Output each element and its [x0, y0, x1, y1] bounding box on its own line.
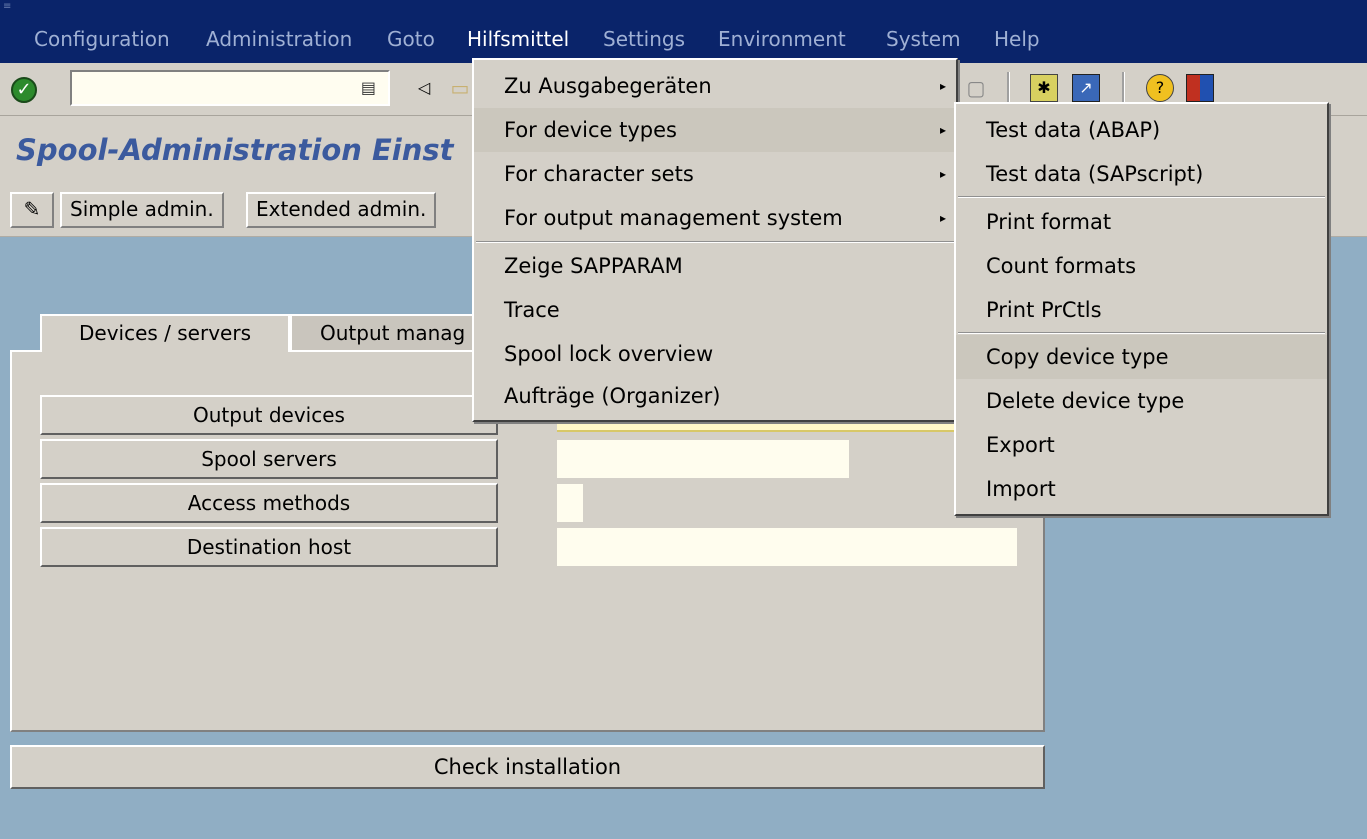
- back-arrow-icon[interactable]: ◁: [410, 74, 438, 102]
- submenu-item-import[interactable]: Import: [956, 467, 1327, 511]
- menu-item-label: Print PrCtls: [986, 298, 1102, 322]
- extended-admin-button[interactable]: Extended admin.: [246, 192, 437, 228]
- system-menu-icon[interactable]: ≡: [3, 2, 11, 12]
- menu-item-zeige-sapparam[interactable]: Zeige SAPPARAM: [474, 244, 956, 288]
- hilfsmittel-dropdown-menu: Zu Ausgabegeräten ▸ For device types ▸ F…: [472, 58, 958, 422]
- submenu-item-print-prctls[interactable]: Print PrCtls: [956, 288, 1327, 332]
- destination-host-count-field: [557, 528, 1017, 566]
- menu-item-auftraege-organizer[interactable]: Aufträge (Organizer): [474, 374, 956, 418]
- menu-item-label: Count formats: [986, 254, 1137, 278]
- submenu-item-count-formats[interactable]: Count formats: [956, 244, 1327, 288]
- menu-item-label: For output management system: [504, 206, 843, 230]
- pencil-icon: ✎: [23, 197, 41, 221]
- menu-system[interactable]: System: [886, 26, 961, 52]
- menu-administration[interactable]: Administration: [206, 26, 352, 52]
- menu-separator: [476, 241, 954, 243]
- save-icon[interactable]: ▭: [446, 74, 474, 102]
- tab-devices-servers[interactable]: Devices / servers: [40, 314, 290, 352]
- menu-item-label: For character sets: [504, 162, 694, 186]
- menu-item-label: Trace: [504, 298, 560, 322]
- menu-item-label: Test data (ABAP): [986, 118, 1161, 142]
- menu-settings[interactable]: Settings: [603, 26, 685, 52]
- submenu-arrow-icon: ▸: [939, 211, 946, 225]
- menu-environment[interactable]: Environment: [718, 26, 846, 52]
- submenu-arrow-icon: ▸: [939, 79, 946, 93]
- menu-item-label: Zu Ausgabegeräten: [504, 74, 712, 98]
- submenu-item-test-data-sapscript[interactable]: Test data (SAPscript): [956, 152, 1327, 196]
- generate-shortcut-icon[interactable]: ↗: [1072, 74, 1100, 102]
- menu-item-label: Delete device type: [986, 389, 1185, 413]
- menu-configuration[interactable]: Configuration: [34, 26, 170, 52]
- command-field[interactable]: ▤: [70, 70, 390, 106]
- new-session-icon[interactable]: ✱: [1030, 74, 1058, 102]
- spool-servers-button[interactable]: Spool servers: [40, 439, 498, 479]
- menu-item-label: Zeige SAPPARAM: [504, 254, 683, 278]
- tab-output-management[interactable]: Output manag: [290, 314, 480, 352]
- menu-bar: ≡ Configuration Administration Goto Hilf…: [0, 0, 1367, 63]
- submenu-item-copy-device-type[interactable]: Copy device type: [956, 335, 1327, 379]
- destination-host-button[interactable]: Destination host: [40, 527, 498, 567]
- submenu-item-export[interactable]: Export: [956, 423, 1327, 467]
- menu-item-label: Export: [986, 433, 1055, 457]
- menu-item-spool-lock-overview[interactable]: Spool lock overview: [474, 332, 956, 376]
- create-shortcut-icon[interactable]: ▢: [962, 74, 990, 102]
- command-history-icon[interactable]: ▤: [361, 78, 376, 97]
- menu-item-for-character-sets[interactable]: For character sets ▸: [474, 152, 956, 196]
- submenu-item-print-format[interactable]: Print format: [956, 200, 1327, 244]
- output-devices-button[interactable]: Output devices: [40, 395, 498, 435]
- menu-item-zu-ausgabegeraeten[interactable]: Zu Ausgabegeräten ▸: [474, 64, 956, 108]
- menu-item-label: Import: [986, 477, 1056, 501]
- help-icon[interactable]: ?: [1146, 74, 1174, 102]
- menu-separator: [958, 332, 1325, 334]
- submenu-item-test-data-abap[interactable]: Test data (ABAP): [956, 108, 1327, 152]
- simple-admin-button[interactable]: Simple admin.: [60, 192, 224, 228]
- menu-item-label: Aufträge (Organizer): [504, 384, 721, 408]
- menu-goto[interactable]: Goto: [387, 26, 435, 52]
- spool-servers-count-field: [557, 440, 849, 478]
- menu-item-label: Copy device type: [986, 345, 1169, 369]
- menu-help[interactable]: Help: [994, 26, 1040, 52]
- check-installation-button[interactable]: Check installation: [10, 745, 1045, 789]
- menu-item-for-device-types[interactable]: For device types ▸: [474, 108, 956, 152]
- submenu-arrow-icon: ▸: [939, 167, 946, 181]
- submenu-arrow-icon: ▸: [939, 123, 946, 137]
- device-types-submenu: Test data (ABAP) Test data (SAPscript) P…: [954, 102, 1329, 516]
- enter-check-icon[interactable]: ✓: [11, 77, 37, 103]
- menu-item-label: Print format: [986, 210, 1112, 234]
- page-title: Spool-Administration Einst: [16, 133, 454, 167]
- toolbar-separator: [1007, 72, 1010, 104]
- customize-layout-icon[interactable]: [1186, 74, 1214, 102]
- display-change-button[interactable]: ✎: [10, 192, 54, 228]
- menu-item-for-output-management-system[interactable]: For output management system ▸: [474, 196, 956, 240]
- menu-item-label: Test data (SAPscript): [986, 162, 1204, 186]
- menu-separator: [958, 196, 1325, 198]
- toolbar-separator: [1122, 72, 1125, 104]
- menu-item-label: Spool lock overview: [504, 342, 714, 366]
- access-methods-button[interactable]: Access methods: [40, 483, 498, 523]
- access-methods-count-field: [557, 484, 583, 522]
- menu-item-label: For device types: [504, 118, 677, 142]
- menu-item-trace[interactable]: Trace: [474, 288, 956, 332]
- menu-hilfsmittel[interactable]: Hilfsmittel: [467, 26, 569, 52]
- submenu-item-delete-device-type[interactable]: Delete device type: [956, 379, 1327, 423]
